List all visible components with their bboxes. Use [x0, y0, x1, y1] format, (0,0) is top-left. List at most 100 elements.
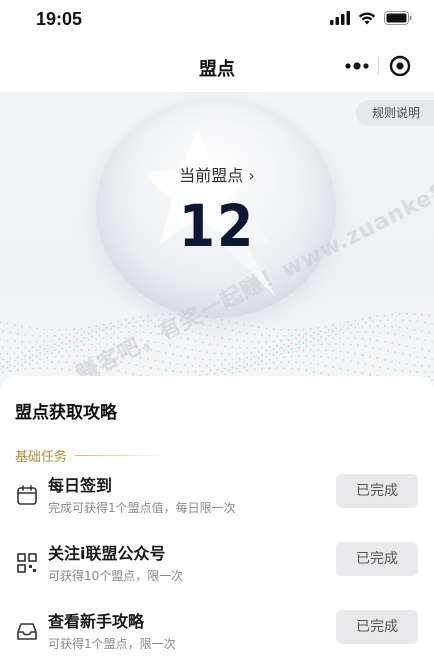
particle-dot	[231, 329, 234, 332]
particle-dot	[58, 361, 61, 363]
particle-dot	[272, 361, 275, 364]
particle-dot	[346, 327, 349, 330]
particle-dot	[147, 358, 149, 360]
particle-dot	[132, 354, 135, 357]
particle-dot	[46, 357, 49, 359]
particle-dot	[201, 323, 204, 326]
particle-dot	[332, 324, 334, 327]
particle-dot	[53, 334, 56, 337]
particle-dot	[354, 319, 357, 322]
particle-dot	[324, 349, 327, 352]
particle-dot	[339, 322, 342, 325]
particle-dot	[198, 350, 201, 353]
particle-dot	[147, 340, 149, 342]
particle-dot	[317, 339, 320, 342]
particle-dot	[102, 366, 105, 369]
particle-dot	[376, 315, 379, 318]
particle-dot	[398, 343, 401, 346]
particle-dot	[409, 370, 411, 373]
particle-dot	[16, 362, 19, 365]
task-status-button[interactable]: 已完成	[336, 542, 418, 576]
particle-dot	[39, 345, 41, 348]
particle-dot	[305, 369, 308, 372]
particle-dot	[164, 369, 167, 372]
particle-dot	[58, 344, 61, 347]
task-status-button[interactable]: 已完成	[336, 474, 418, 508]
particle-dot	[231, 358, 234, 361]
particle-dot	[386, 349, 389, 352]
particle-dot	[135, 321, 138, 323]
particle-dot	[339, 350, 342, 353]
particle-dot	[61, 355, 64, 358]
particle-dot	[87, 332, 90, 335]
particle-dot	[376, 339, 379, 342]
particle-dot	[272, 348, 275, 351]
particle-dot	[317, 349, 320, 351]
more-button[interactable]	[336, 50, 378, 82]
particle-dot	[231, 346, 234, 349]
particle-dot	[268, 358, 271, 361]
particle-dot	[132, 317, 135, 320]
task-status-button[interactable]: 已完成	[336, 610, 418, 644]
particle-dot	[431, 322, 434, 325]
particle-dot	[150, 348, 152, 351]
particle-dot	[201, 358, 204, 361]
particle-dot	[401, 319, 404, 322]
close-button[interactable]	[379, 50, 421, 82]
particle-dot	[198, 332, 201, 335]
particle-dot	[24, 333, 27, 336]
particle-dot	[127, 322, 130, 325]
particle-dot	[43, 328, 46, 331]
particle-dot	[179, 320, 182, 322]
particle-dot	[21, 358, 24, 361]
particle-dot	[80, 362, 83, 365]
particle-dot	[302, 342, 305, 344]
particle-dot	[139, 338, 142, 341]
particle-dot	[354, 326, 357, 329]
particle-dot	[53, 349, 56, 351]
current-points-link[interactable]: 当前盟点 ›	[0, 162, 434, 186]
particle-dot	[253, 361, 256, 364]
particle-dot	[179, 336, 182, 339]
particle-dot	[98, 356, 101, 359]
particle-dot	[110, 368, 112, 371]
particle-dot	[124, 371, 127, 374]
particle-dot	[2, 365, 4, 368]
status-bar: 19:05	[0, 0, 434, 40]
particle-dot	[184, 347, 186, 350]
particle-dot	[354, 337, 357, 340]
particle-dot	[246, 363, 249, 366]
particle-dot	[231, 372, 234, 374]
particle-dot	[287, 338, 290, 341]
particle-dot	[39, 358, 41, 361]
current-points-value: 12	[178, 192, 256, 260]
particle-dot	[332, 337, 334, 340]
particle-dot	[428, 331, 431, 334]
particle-dot	[224, 328, 226, 330]
particle-dot	[21, 325, 24, 328]
particle-dot	[31, 346, 34, 349]
particle-dot	[231, 366, 234, 369]
particle-dot	[90, 356, 93, 358]
particle-dot	[423, 321, 426, 324]
particle-dot	[275, 357, 278, 360]
particle-dot	[423, 339, 426, 342]
particle-dot	[117, 327, 120, 329]
particle-dot	[253, 333, 256, 336]
particle-dot	[364, 363, 367, 366]
particle-dot	[135, 331, 138, 333]
particle-dot	[150, 319, 152, 322]
particle-dot	[95, 325, 98, 328]
particle-dot	[164, 319, 167, 321]
particle-dot	[31, 367, 34, 370]
particle-dot	[221, 363, 223, 366]
particle-dot	[28, 356, 31, 359]
particle-dot	[90, 372, 93, 375]
particle-dot	[283, 356, 286, 359]
particle-dot	[283, 335, 286, 337]
particle-dot	[332, 349, 334, 352]
rules-button[interactable]: 规则说明	[355, 100, 434, 126]
particle-dot	[369, 355, 371, 358]
particle-dot	[258, 326, 260, 329]
particle-dot	[95, 349, 98, 352]
